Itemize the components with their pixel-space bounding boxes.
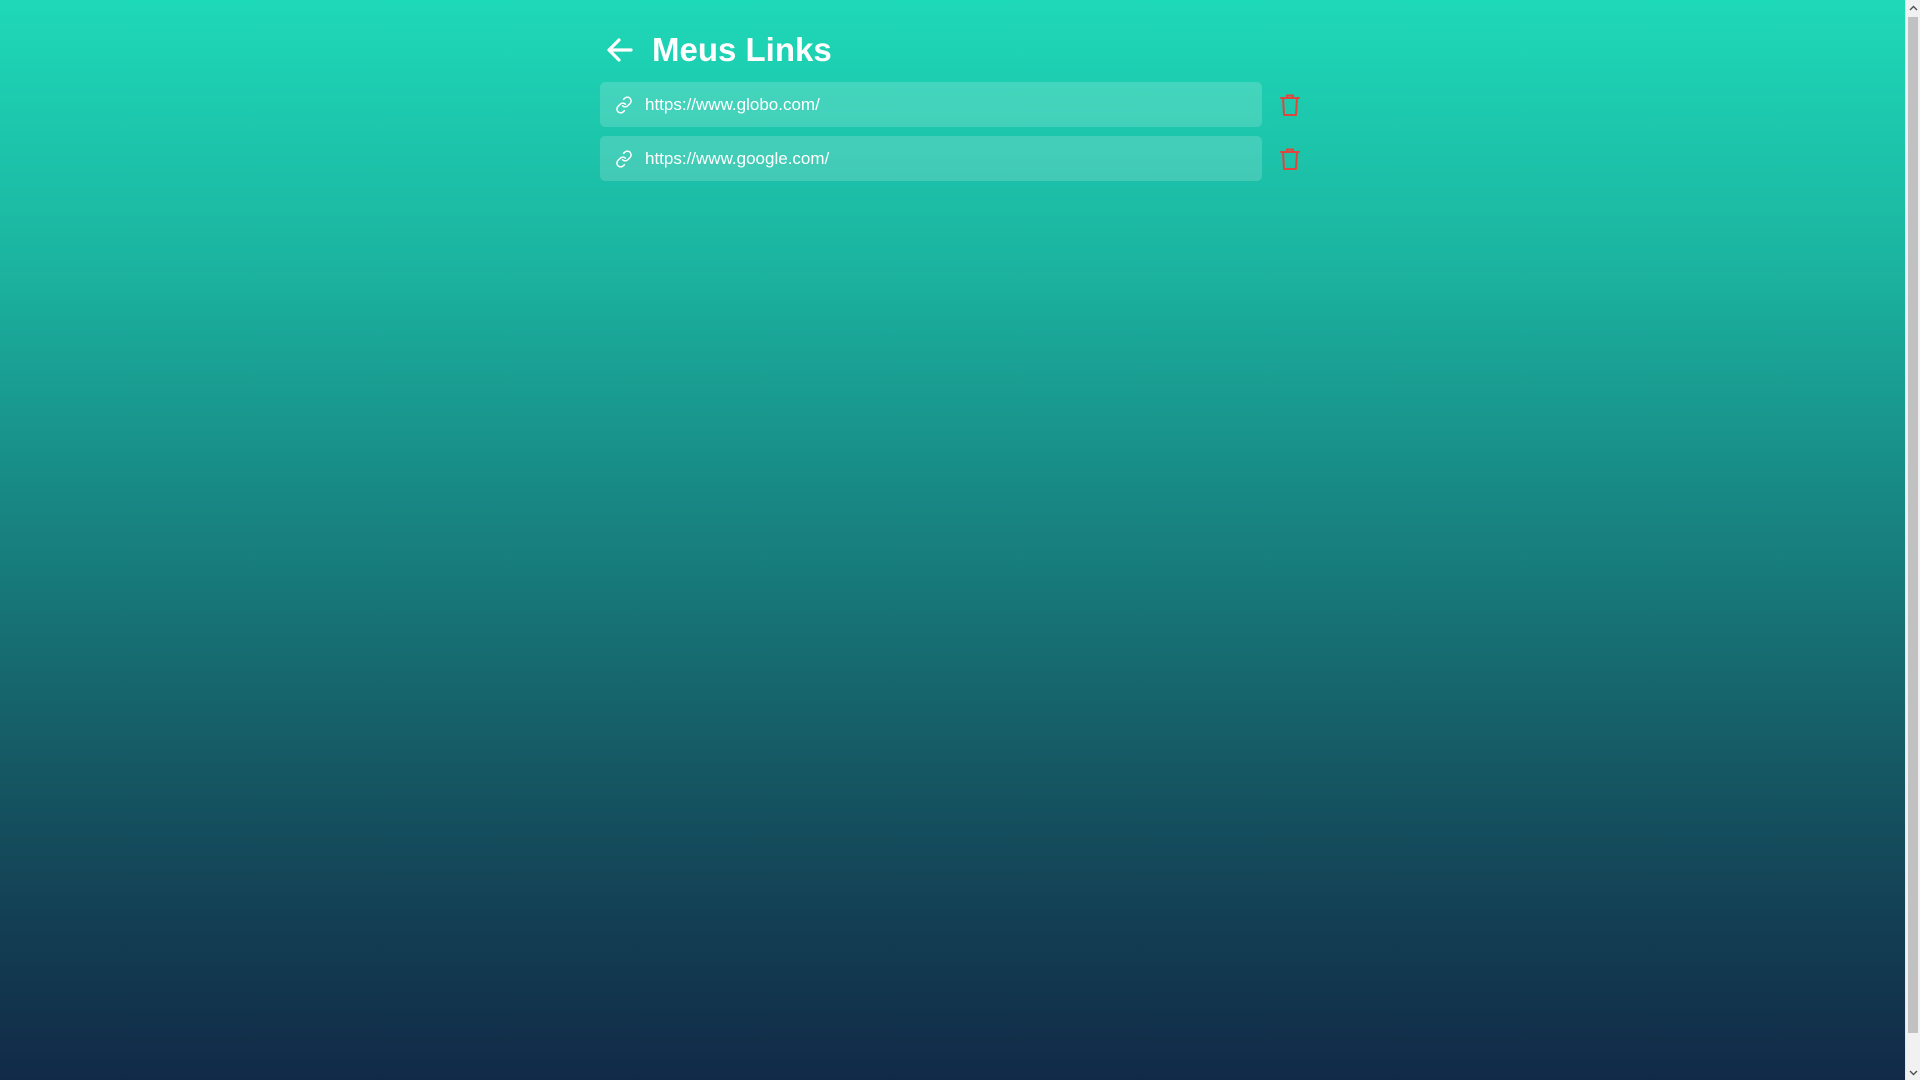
trash-icon bbox=[1280, 148, 1300, 170]
link-item: https://www.globo.com/ bbox=[600, 82, 1312, 127]
back-button[interactable] bbox=[600, 30, 640, 70]
link-button[interactable]: https://www.globo.com/ bbox=[600, 82, 1262, 127]
scroll-up-arrow-icon[interactable] bbox=[1906, 0, 1920, 15]
link-url: https://www.globo.com/ bbox=[645, 94, 820, 114]
link-url: https://www.google.com/ bbox=[645, 148, 830, 168]
delete-button[interactable] bbox=[1276, 91, 1304, 119]
scroll-down-arrow-icon[interactable] bbox=[1906, 1065, 1920, 1080]
page-title: Meus Links bbox=[652, 31, 832, 68]
header: Meus Links bbox=[600, 30, 1312, 70]
arrow-left-icon bbox=[607, 38, 633, 62]
link-item: https://www.google.com/ bbox=[600, 136, 1312, 181]
link-button[interactable]: https://www.google.com/ bbox=[600, 136, 1262, 181]
delete-button[interactable] bbox=[1276, 145, 1304, 173]
links-page: Meus Links https://www.globo.com/ https:… bbox=[600, 30, 1312, 190]
scrollbar-thumb[interactable] bbox=[1908, 17, 1918, 1033]
page-background: Meus Links https://www.globo.com/ https:… bbox=[0, 0, 1905, 1080]
link-icon bbox=[614, 95, 634, 115]
vertical-scrollbar[interactable] bbox=[1905, 0, 1920, 1080]
link-icon bbox=[614, 149, 634, 169]
trash-icon bbox=[1280, 94, 1300, 116]
